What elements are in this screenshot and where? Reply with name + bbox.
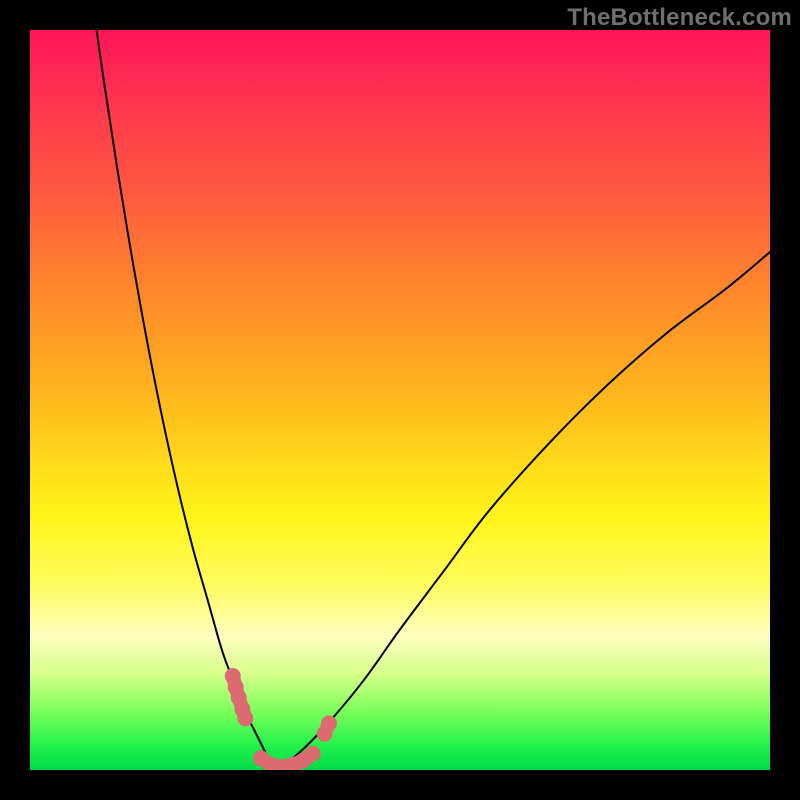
markers-right-point: [321, 715, 337, 731]
chart-frame: TheBottleneck.com: [0, 0, 800, 800]
chart-plot: [30, 30, 770, 770]
watermark-label: TheBottleneck.com: [567, 4, 792, 32]
curve-left: [97, 30, 275, 770]
marker-layer: [225, 668, 337, 770]
markers-bottom-point: [305, 746, 321, 762]
markers-left-point: [237, 710, 253, 726]
curve-right: [274, 252, 770, 770]
curve-layer: [97, 30, 770, 770]
